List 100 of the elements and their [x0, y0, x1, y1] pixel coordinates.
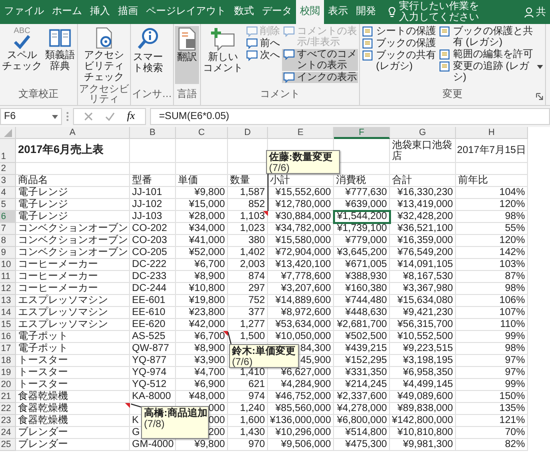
table-cell: 98%	[456, 343, 528, 355]
row-header[interactable]: 14	[0, 307, 16, 319]
ribbon-tab[interactable]: ファイル	[0, 0, 48, 24]
ribbon-button[interactable]: 変更の追跡 (レガシ)	[438, 61, 544, 83]
table-cell: エスプレッソマシン	[16, 295, 130, 307]
table-cell: 377	[228, 307, 268, 319]
row-header[interactable]: 5	[0, 199, 16, 211]
table-cell: 数量	[228, 175, 268, 187]
table-cell: ¥7,778,600	[268, 271, 334, 283]
ribbon-button[interactable]: 類義語 辞典	[44, 26, 76, 84]
ribbon-tab[interactable]: 表示	[324, 0, 352, 24]
table-cell: トースター	[16, 367, 130, 379]
column-header[interactable]: C	[176, 127, 228, 139]
table-cell: 120%	[456, 199, 528, 211]
table-cell: ¥10,800	[176, 283, 228, 295]
row-header[interactable]: 23	[0, 415, 16, 427]
row-header[interactable]: 16	[0, 331, 16, 343]
ribbon-button[interactable]: ABC スペル チェック	[1, 26, 43, 84]
ribbon-button[interactable]: ブックの保護と共有 (レガシ)	[438, 26, 544, 48]
table-cell: ¥10,050,000	[268, 331, 334, 343]
table-cell: 電子レンジ	[16, 211, 130, 223]
ribbon-button[interactable]: 前へ	[245, 38, 281, 49]
ribbon-button[interactable]: 範囲の編集を許可	[438, 49, 544, 60]
corner-icon	[4, 128, 12, 137]
row-header[interactable]: 15	[0, 319, 16, 331]
table-cell: JJ-101	[130, 187, 176, 199]
table-cell: ¥6,700	[176, 259, 228, 271]
row-header[interactable]: 2	[0, 163, 16, 175]
ribbon-button[interactable]: ブックの共有 (レガシ)	[361, 50, 437, 72]
row-header[interactable]: 25	[0, 439, 16, 451]
tell-me-field[interactable]: 実行したい作業を入力してください	[399, 1, 481, 23]
ribbon-button[interactable]: シートの保護	[361, 26, 437, 37]
table-cell: 1,240	[228, 403, 268, 415]
comment-date: (7/8)	[144, 419, 166, 430]
table-cell: 98%	[456, 283, 528, 295]
ribbon-button[interactable]: すべてのコメントの表示	[282, 49, 358, 71]
insert-function-button[interactable]: fx	[127, 108, 135, 125]
name-box[interactable]: F6	[0, 108, 62, 125]
book-icon	[48, 27, 72, 49]
row-header[interactable]: 24	[0, 427, 16, 439]
row-header[interactable]: 20	[0, 379, 16, 391]
row-header[interactable]: 8	[0, 235, 16, 247]
row-header[interactable]: 7	[0, 223, 16, 235]
table-cell: 1,402	[228, 247, 268, 259]
table-cell: ¥6,800,000	[334, 415, 390, 427]
ribbon-tab[interactable]: ページレイアウト	[142, 0, 230, 24]
row-header[interactable]: 13	[0, 295, 16, 307]
column-header[interactable]: G	[390, 127, 456, 139]
row-header[interactable]: 21	[0, 391, 16, 403]
column-header[interactable]: E	[268, 127, 334, 139]
ribbon-button[interactable]: 翻訳	[175, 26, 199, 84]
column-header[interactable]: A	[16, 127, 130, 139]
row-header[interactable]: 10	[0, 259, 16, 271]
row-header[interactable]: 1	[0, 139, 16, 163]
column-header[interactable]: F	[334, 127, 390, 139]
table-cell: 池袋東口池袋店	[390, 139, 456, 163]
row-header[interactable]: 9	[0, 247, 16, 259]
row-header[interactable]: 18	[0, 355, 16, 367]
group-label: アクセシビリティ	[79, 84, 129, 105]
table-cell: コーヒーメーカー	[16, 259, 130, 271]
ribbon-button[interactable]: 新しい コメント	[202, 26, 244, 84]
document-icon	[439, 61, 451, 72]
check-icon	[13, 35, 31, 49]
ribbon-button[interactable]: ブックの保護	[361, 38, 437, 49]
table-cell: 106%	[456, 295, 528, 307]
search-icon	[137, 27, 159, 51]
ribbon-button[interactable]: インクの表示	[282, 72, 358, 83]
table-cell: 121%	[456, 415, 528, 427]
ribbon-button[interactable]: アクセシビリティ チェック	[79, 26, 129, 84]
share-button[interactable]: 共	[520, 0, 550, 24]
row-header[interactable]: 17	[0, 343, 16, 355]
table-cell: ¥8,167,530	[390, 271, 456, 283]
table-cell: 1,023	[228, 223, 268, 235]
ribbon-tab[interactable]: ホーム	[48, 0, 86, 24]
column-header[interactable]: B	[130, 127, 176, 139]
ribbon-tab[interactable]: 校閲	[296, 0, 324, 24]
table-cell: ¥28,000	[176, 211, 228, 223]
row-header[interactable]: 3	[0, 175, 16, 187]
comment-icon	[246, 38, 258, 49]
table-cell	[176, 163, 228, 175]
table-cell: ¥777,630	[334, 187, 390, 199]
column-header[interactable]: D	[228, 127, 268, 139]
row-header[interactable]: 4	[0, 187, 16, 199]
ribbon-button[interactable]: スマー ト検索	[132, 26, 164, 84]
formula-field[interactable]: =SUM(E6*0.05)	[150, 108, 550, 125]
ribbon-tab[interactable]: 描画	[114, 0, 142, 24]
ribbon-tab[interactable]: 挿入	[86, 0, 114, 24]
ribbon-tab[interactable]: データ	[258, 0, 296, 24]
row-header[interactable]: 19	[0, 367, 16, 379]
ribbon-button[interactable]: 次へ	[245, 50, 281, 61]
row-header[interactable]: 12	[0, 283, 16, 295]
row-header[interactable]: 6	[0, 211, 16, 223]
ribbon-tab[interactable]: 数式	[230, 0, 258, 24]
table-cell: ¥10,552,500	[390, 331, 456, 343]
launcher-icon[interactable]	[536, 93, 543, 100]
ribbon-tab[interactable]: 開発	[352, 0, 380, 24]
column-header[interactable]: H	[456, 127, 528, 139]
row-header[interactable]: 22	[0, 403, 16, 415]
row-header[interactable]: 11	[0, 271, 16, 283]
table-cell: 電子レンジ	[16, 187, 130, 199]
